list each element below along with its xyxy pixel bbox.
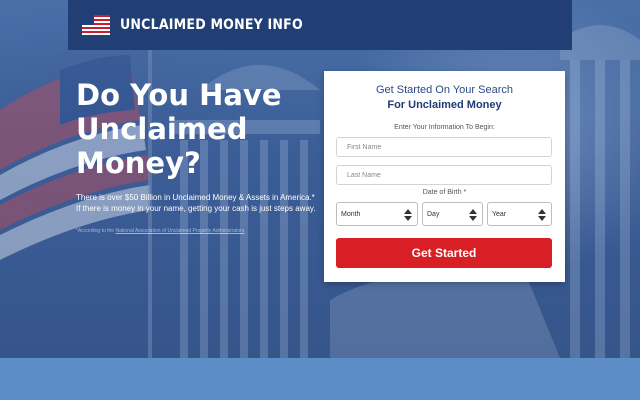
footnote-prefix: *According to the: [76, 228, 115, 234]
form-instruction: Enter Your Information To Begin:: [394, 124, 495, 131]
dob-label: Date of Birth *: [422, 189, 467, 196]
select-arrows-icon: [538, 209, 546, 221]
select-arrows-icon: [404, 209, 412, 221]
hero-headline: Do You Have Unclaimed Money?: [76, 78, 282, 180]
naupa-link[interactable]: National Association of Unclaimed Proper…: [115, 228, 244, 234]
first-name-input[interactable]: [336, 137, 552, 157]
month-select[interactable]: Month: [336, 202, 418, 226]
day-select[interactable]: Day: [422, 202, 483, 226]
year-select[interactable]: Year: [487, 202, 552, 226]
day-select-value: Day: [427, 210, 440, 218]
bottom-band: [0, 358, 640, 400]
search-form-card: Get Started On Your Search For Unclaimed…: [324, 71, 565, 282]
month-select-value: Month: [341, 210, 361, 218]
hero-section: UNCLAIMED MONEY INFO Do You Have Unclaim…: [0, 0, 640, 358]
get-started-button[interactable]: Get Started: [336, 238, 552, 268]
hero-footnote: *According to the National Association o…: [76, 228, 316, 235]
year-select-value: Year: [492, 210, 507, 218]
brand-name[interactable]: UNCLAIMED MONEY INFO: [120, 17, 303, 33]
last-name-input[interactable]: [336, 165, 552, 185]
form-subtitle: For Unclaimed Money: [387, 99, 502, 111]
form-title: Get Started On Your Search: [376, 84, 513, 96]
hero-subtext: There is over $50 Billion in Unclaimed M…: [76, 193, 316, 213]
header-bar: UNCLAIMED MONEY INFO: [68, 0, 572, 50]
select-arrows-icon: [469, 209, 477, 221]
us-flag-icon: [82, 15, 110, 35]
